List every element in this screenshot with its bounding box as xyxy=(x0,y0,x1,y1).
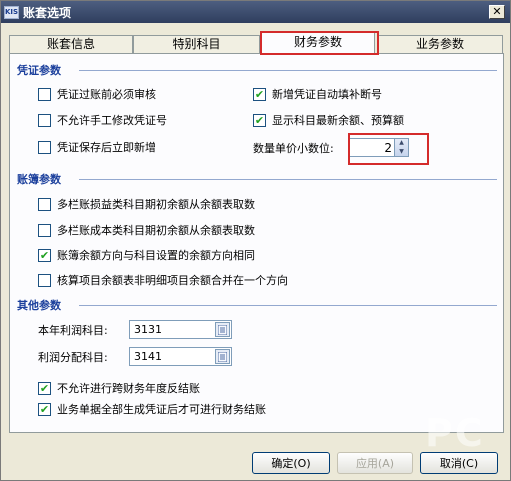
tab-account-info[interactable]: 账套信息 xyxy=(9,35,133,53)
option-label: 不允许手工修改凭证号 xyxy=(57,114,167,127)
option-label: 多栏账成本类科目期初余额从余额表取数 xyxy=(57,224,255,237)
decimals-input[interactable]: 2 xyxy=(349,138,395,157)
checkbox[interactable] xyxy=(38,273,51,287)
app-icon: KIS xyxy=(4,5,19,19)
option-label: 凭证保存后立即新增 xyxy=(57,141,156,154)
distribution-account-lookup-button[interactable] xyxy=(215,349,230,364)
option-new-after-save[interactable]: 凭证保存后立即新增 xyxy=(38,139,156,155)
window-title: 账套选项 xyxy=(23,5,72,20)
ok-button[interactable]: 确定(O) xyxy=(252,452,330,474)
option-balance-direction-same[interactable]: ✔ 账簿余额方向与科目设置的余额方向相同 xyxy=(38,247,255,263)
spin-up-icon[interactable]: ▲ xyxy=(395,139,408,148)
option-close-after-all-vouchers[interactable]: ✔ 业务单据全部生成凭证后才可进行财务结账 xyxy=(38,401,266,417)
option-show-latest-balance[interactable]: ✔ 显示科目最新余额、预算额 xyxy=(253,112,404,128)
checkbox[interactable] xyxy=(38,140,51,154)
list-icon xyxy=(218,324,227,335)
checkbox[interactable] xyxy=(38,87,51,101)
section-divider xyxy=(79,179,497,180)
distribution-account-label: 利润分配科目: xyxy=(38,351,108,364)
option-label: 显示科目最新余额、预算额 xyxy=(272,114,404,127)
option-label: 多栏账损益类科目期初余额从余额表取数 xyxy=(57,198,255,211)
option-label: 核算项目余额表非明细项目余额合并在一个方向 xyxy=(57,274,288,287)
option-audit-before-post[interactable]: 凭证过账前必须审核 xyxy=(38,86,156,102)
profit-account-lookup-button[interactable] xyxy=(215,322,230,337)
option-no-cross-year-unclose[interactable]: ✔ 不允许进行跨财务年度反结账 xyxy=(38,380,200,396)
section-ledger-header: 账簿参数 xyxy=(17,173,61,186)
checkbox[interactable]: ✔ xyxy=(38,402,51,416)
close-button[interactable]: ✕ xyxy=(489,5,505,19)
section-other-header: 其他参数 xyxy=(17,299,61,312)
checkbox[interactable]: ✔ xyxy=(253,87,266,101)
tab-panel xyxy=(9,53,504,433)
option-auto-fill-gap-number[interactable]: ✔ 新增凭证自动填补断号 xyxy=(253,86,382,102)
profit-account-label: 本年利润科目: xyxy=(38,324,108,337)
option-merge-non-detail-balance[interactable]: 核算项目余额表非明细项目余额合并在一个方向 xyxy=(38,272,288,288)
apply-button[interactable]: 应用(A) xyxy=(337,452,413,474)
option-multicolumn-cost-opening[interactable]: 多栏账成本类科目期初余额从余额表取数 xyxy=(38,222,255,238)
tab-special-accounts[interactable]: 特别科目 xyxy=(133,35,260,53)
title-bar[interactable]: KIS 账套选项 ✕ xyxy=(1,1,510,23)
checkbox[interactable] xyxy=(38,197,51,211)
tab-financial-params[interactable]: 财务参数 xyxy=(261,31,375,54)
option-label: 凭证过账前必须审核 xyxy=(57,88,156,101)
checkbox[interactable] xyxy=(38,223,51,237)
tab-business-params[interactable]: 业务参数 xyxy=(377,35,503,53)
decimals-stepper[interactable]: 2 ▲ ▼ xyxy=(349,138,413,157)
option-label: 账簿余额方向与科目设置的余额方向相同 xyxy=(57,249,255,262)
option-label: 新增凭证自动填补断号 xyxy=(272,88,382,101)
option-multicolumn-pl-opening[interactable]: 多栏账损益类科目期初余额从余额表取数 xyxy=(38,196,255,212)
spin-down-icon[interactable]: ▼ xyxy=(395,148,408,157)
tab-strip: 账套信息 特别科目 财务参数 业务参数 xyxy=(9,31,504,54)
section-divider xyxy=(79,70,497,71)
option-no-manual-voucher-number[interactable]: 不允许手工修改凭证号 xyxy=(38,112,167,128)
checkbox[interactable]: ✔ xyxy=(38,381,51,395)
options-dialog: KIS 账套选项 ✕ 账套信息 特别科目 财务参数 业务参数 凭证参数 凭证过账… xyxy=(0,0,511,481)
decimals-label: 数量单价小数位: xyxy=(253,142,334,155)
list-icon xyxy=(218,351,227,362)
cancel-button[interactable]: 取消(C) xyxy=(420,452,498,474)
checkbox[interactable]: ✔ xyxy=(253,113,266,127)
checkbox[interactable]: ✔ xyxy=(38,248,51,262)
checkbox[interactable] xyxy=(38,113,51,127)
option-label: 业务单据全部生成凭证后才可进行财务结账 xyxy=(57,403,266,416)
section-divider xyxy=(79,305,497,306)
section-voucher-header: 凭证参数 xyxy=(17,64,61,77)
option-label: 不允许进行跨财务年度反结账 xyxy=(57,382,200,395)
spinner-buttons[interactable]: ▲ ▼ xyxy=(395,138,409,157)
